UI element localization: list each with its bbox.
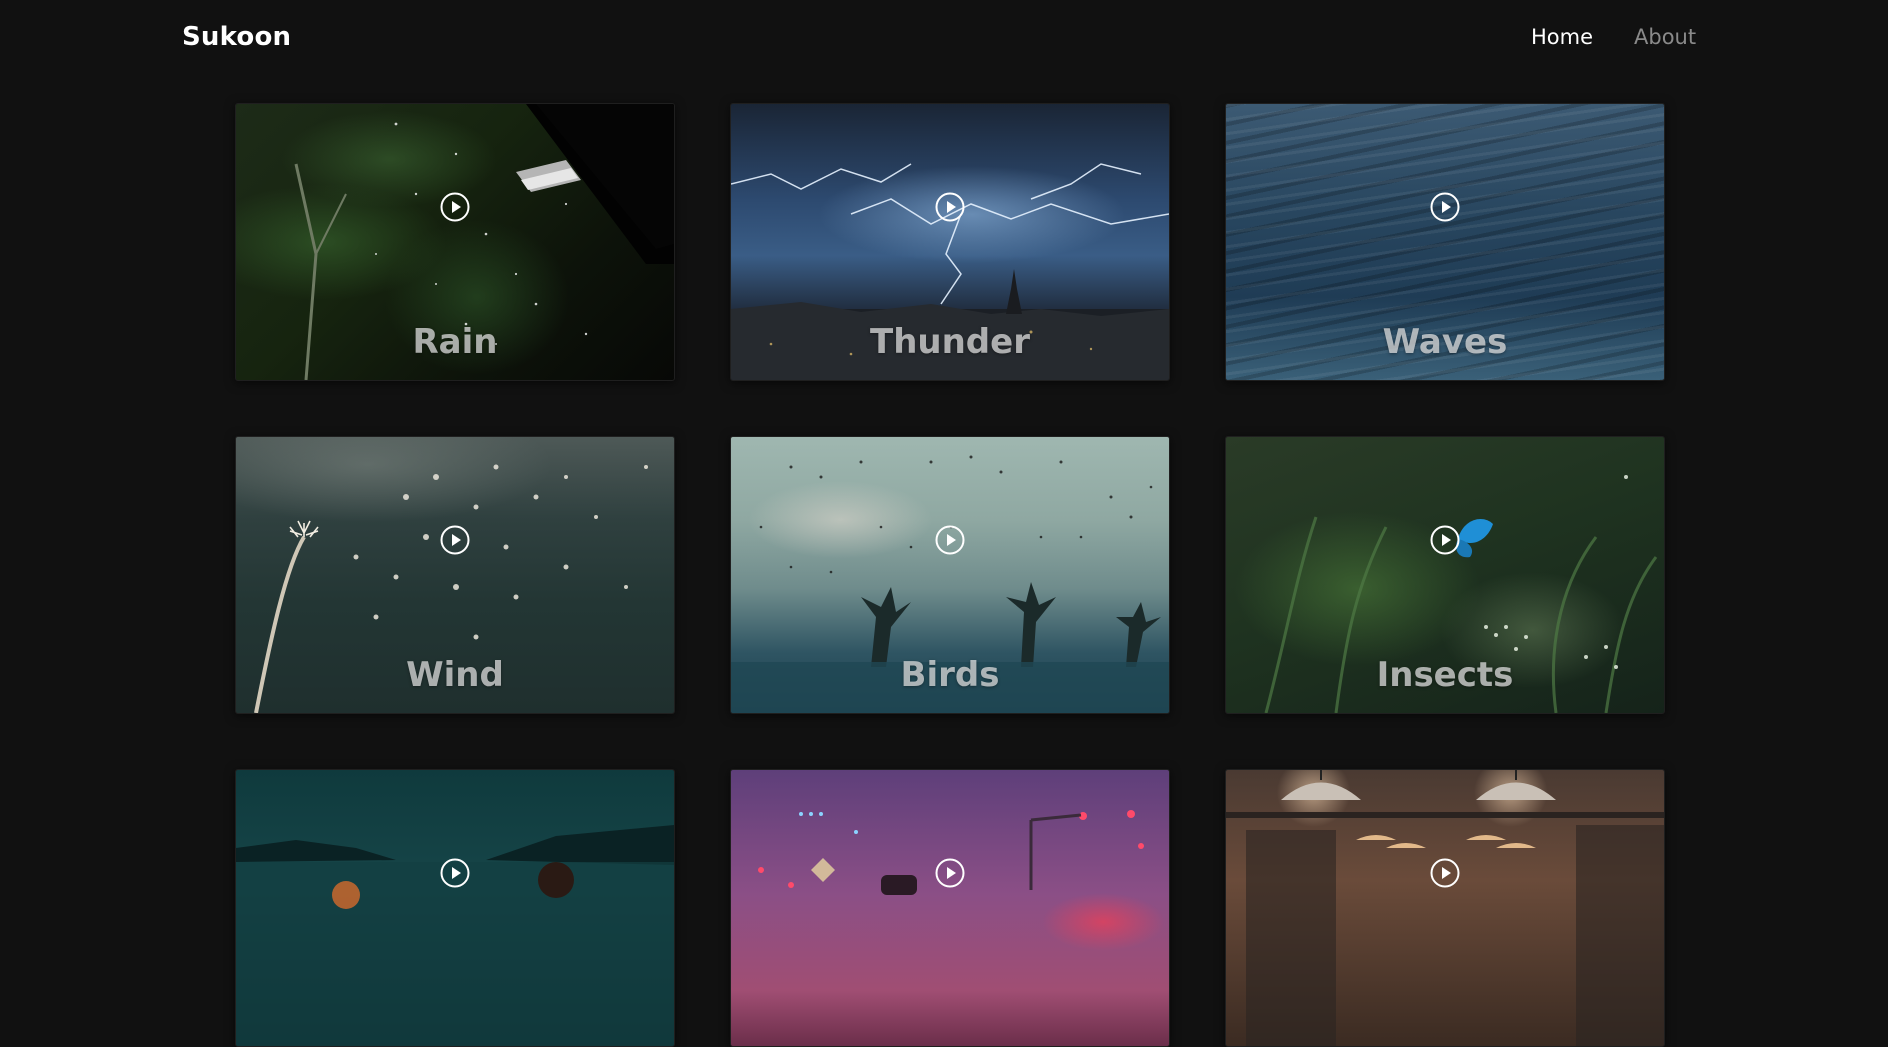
sound-card-thunder[interactable]: Thunder (730, 103, 1170, 381)
card-image-7 (236, 770, 674, 1046)
play-circle-icon[interactable] (935, 525, 965, 555)
play-circle-icon[interactable] (935, 192, 965, 222)
play-circle-icon[interactable] (1430, 525, 1460, 555)
play-circle-icon[interactable] (440, 525, 470, 555)
card-title-waves: Waves (1382, 322, 1508, 362)
play-circle-icon[interactable] (440, 858, 470, 888)
card-image-8 (731, 770, 1169, 1046)
sound-card-birds[interactable]: Birds (730, 436, 1170, 714)
sound-card-8[interactable] (730, 769, 1170, 1047)
card-title-birds: Birds (900, 655, 1000, 695)
card-title-thunder: Thunder (870, 322, 1030, 362)
play-circle-icon[interactable] (935, 858, 965, 888)
play-circle-icon[interactable] (1430, 192, 1460, 222)
play-circle-icon[interactable] (1430, 858, 1460, 888)
sound-card-insects[interactable]: Insects (1225, 436, 1665, 714)
nav-link-about[interactable]: About (1634, 25, 1696, 49)
sound-card-waves[interactable]: Waves (1225, 103, 1665, 381)
brand-logo[interactable]: Sukoon (182, 22, 291, 52)
sound-card-9[interactable] (1225, 769, 1665, 1047)
card-title-wind: Wind (406, 655, 504, 695)
card-image-9 (1226, 770, 1664, 1046)
nav-link-home[interactable]: Home (1531, 25, 1593, 49)
sound-card-7[interactable] (235, 769, 675, 1047)
play-circle-icon[interactable] (440, 192, 470, 222)
sound-card-rain[interactable]: Rain (235, 103, 675, 381)
card-title-rain: Rain (412, 322, 498, 362)
card-title-insects: Insects (1376, 655, 1514, 695)
navbar: Sukoon Home About (0, 0, 1888, 80)
sound-card-wind[interactable]: Wind (235, 436, 675, 714)
